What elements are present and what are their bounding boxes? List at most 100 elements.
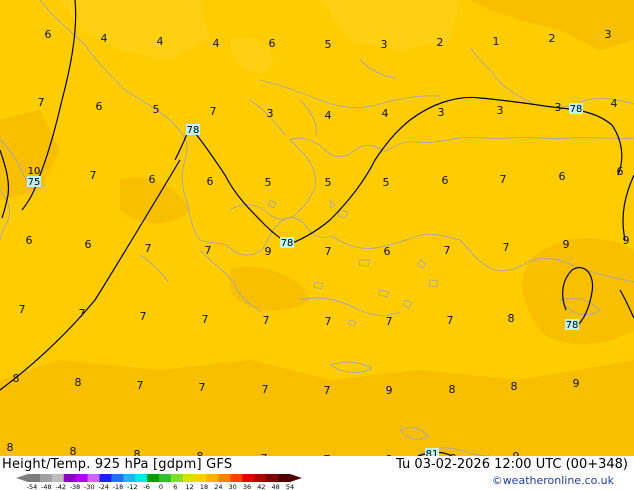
temperature-value: 6: [617, 165, 624, 178]
colorbar-swatch: [28, 474, 41, 482]
colorbar-swatch: [206, 474, 220, 482]
temperature-value: 4: [611, 97, 618, 110]
temperature-value: 7: [324, 384, 331, 397]
temperature-value: 7: [325, 245, 332, 258]
temperature-value: 5: [265, 176, 272, 189]
temperature-value: 5: [325, 176, 332, 189]
colorbar-swatch: [194, 474, 208, 482]
temperature-value: 3: [555, 101, 562, 114]
contour-label-text: 10: [28, 166, 41, 177]
temperature-value: 4: [213, 37, 220, 50]
temperature-value: 7: [38, 96, 45, 109]
valid-time: Tu 03-02-2026 12:00 UTC (00+348): [396, 457, 628, 472]
colorbar-tick-label: -18: [113, 483, 124, 490]
colorbar-tick-label: 48: [272, 483, 280, 490]
temperature-value: 6: [85, 238, 92, 251]
temperature-value: 4: [101, 32, 108, 45]
temperature-value: 3: [605, 28, 612, 41]
temperature-value: 3: [381, 38, 388, 51]
temperature-value: 6: [442, 174, 449, 187]
temperature-value: 7: [90, 169, 97, 182]
colorbar-tick-label: 30: [229, 483, 237, 490]
colorbar-tick-label: -54: [27, 483, 38, 490]
temperature-value: 3: [438, 106, 445, 119]
colorbar-tick-label: 6: [173, 483, 177, 490]
colorbar-swatch: [123, 474, 136, 482]
colorbar-swatch: [278, 474, 291, 482]
temperature-value: 4: [325, 109, 332, 122]
credit-link[interactable]: ©weatheronline.co.uk: [492, 474, 614, 487]
temperature-value: 7: [503, 241, 510, 254]
colorbar-tick-label: 0: [159, 483, 163, 490]
temperature-value: 6: [26, 234, 33, 247]
contour-label-text: 78: [187, 125, 200, 136]
temperature-value: 8: [511, 380, 518, 393]
temperature-value: 6: [207, 175, 214, 188]
temperature-value: 3: [267, 107, 274, 120]
colorbar-tick-label: -6: [143, 483, 149, 490]
temperature-value: 7: [202, 313, 209, 326]
temperature-value: 9: [573, 377, 580, 390]
temperature-value: 7: [19, 303, 26, 316]
colorbar-swatch: [159, 474, 172, 482]
contour-label-text: 75: [28, 177, 41, 188]
contour-label: 75: [27, 176, 41, 188]
temperature-value: 7: [444, 244, 451, 257]
temperature-value: 6: [269, 37, 276, 50]
temperature-value: 8: [75, 376, 82, 389]
temperature-value: 9: [265, 245, 272, 258]
colorbar-swatch: [254, 474, 267, 482]
colorbar-swatch: [242, 474, 255, 482]
temperature-value: 3: [497, 104, 504, 117]
colorbar-swatch: [63, 474, 77, 482]
contour-label: 78: [280, 237, 294, 249]
colorbar-swatch: [75, 474, 89, 482]
temperature-value: 6: [559, 170, 566, 183]
contour-label-text: 78: [281, 238, 294, 249]
colorbar-tick-label: -42: [55, 483, 66, 490]
temperature-value: 6: [149, 173, 156, 186]
contour-label-text: 78: [570, 104, 583, 115]
colorbar-swatch: [39, 474, 53, 482]
contour-label: 10: [28, 166, 41, 177]
temperature-value: 7: [262, 383, 269, 396]
temperature-value: 6: [45, 28, 52, 41]
colorbar-tick-label: -48: [41, 483, 52, 490]
temperature-value: 5: [383, 176, 390, 189]
temperature-value: 8: [508, 312, 515, 325]
colorbar-swatch: [230, 474, 243, 482]
temperature-value: 1: [493, 35, 500, 48]
colorbar: [16, 474, 302, 482]
temperature-value: 7: [386, 315, 393, 328]
contour-label: 78: [569, 103, 583, 115]
temperature-value: 7: [500, 173, 507, 186]
temperature-value: 8: [13, 372, 20, 385]
temperature-value: 6: [96, 100, 103, 113]
contour-label: 78: [565, 319, 579, 331]
colorbar-swatch: [135, 474, 148, 482]
temperature-value: 7: [199, 381, 206, 394]
weather-map: 78787878751081 6 4 4 4 6 5 3 2 1 2 37 6 5 7 3 4 4 3 3 3 47 6 6…: [0, 0, 634, 490]
colorbar-tick-label: 42: [257, 483, 265, 490]
colorbar-swatch: [266, 474, 279, 482]
colorbar-swatch: [147, 474, 160, 482]
temperature-value: 6: [384, 245, 391, 258]
temperature-value: 8: [7, 441, 14, 454]
colorbar-swatch: [182, 474, 196, 482]
temperature-value: 4: [382, 107, 389, 120]
colorbar-swatch: [51, 474, 65, 482]
map-title: Height/Temp. 925 hPa [gdpm] GFS: [2, 457, 233, 472]
temperature-value: 4: [157, 35, 164, 48]
temperature-value: 9: [386, 384, 393, 397]
colorbar-tick-label: -12: [127, 483, 138, 490]
temperature-value: 7: [263, 314, 270, 327]
temperature-value: 9: [563, 238, 570, 251]
temperature-value: 5: [153, 103, 160, 116]
colorbar-swatch: [99, 474, 112, 482]
temperature-value: 7: [145, 242, 152, 255]
temperature-value: 7: [447, 314, 454, 327]
colorbar-tick-label: -30: [84, 483, 95, 490]
temperature-value: 5: [325, 38, 332, 51]
colorbar-tick-label: 54: [286, 483, 294, 490]
colorbar-tick-label: 12: [186, 483, 194, 490]
